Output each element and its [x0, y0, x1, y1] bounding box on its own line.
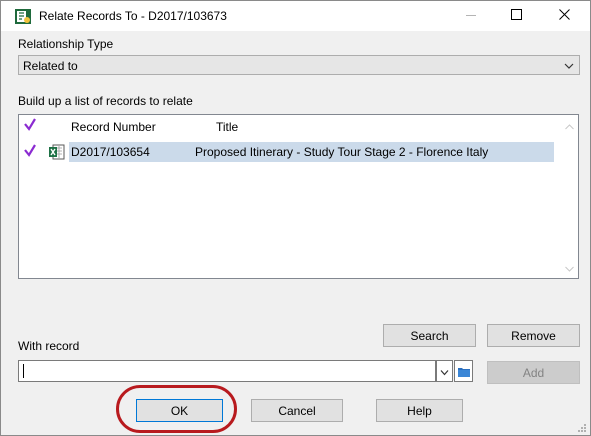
title-bar[interactable]: Relate Records To - D2017/103673: [1, 1, 590, 31]
help-button[interactable]: Help: [376, 399, 463, 422]
minimize-icon: [466, 9, 476, 23]
maximize-icon: [510, 9, 522, 23]
record-number: D2017/103654: [71, 145, 150, 159]
minimize-button[interactable]: [448, 1, 494, 31]
resize-grip-icon[interactable]: [575, 421, 587, 435]
folder-icon: [458, 366, 470, 380]
with-record-label: With record: [18, 339, 80, 353]
relationship-type-label: Relationship Type: [18, 37, 114, 51]
records-list[interactable]: Record Number Title D2017/103654 Propose…: [18, 114, 579, 279]
relationship-type-value: Related to: [23, 59, 78, 73]
records-list-label: Build up a list of records to relate: [18, 94, 193, 108]
list-header: Record Number Title: [19, 115, 578, 137]
text-caret: [23, 364, 24, 378]
browse-records-button[interactable]: [454, 360, 473, 382]
scroll-up-icon[interactable]: [565, 119, 574, 133]
record-title: Proposed Itinerary - Study Tour Stage 2 …: [195, 145, 489, 159]
excel-icon: [49, 144, 65, 163]
chevron-down-icon: [440, 366, 449, 380]
scroll-down-icon[interactable]: [565, 261, 574, 275]
window-title: Relate Records To - D2017/103673: [39, 9, 227, 23]
app-icon: [15, 9, 31, 24]
chevron-down-icon: [564, 60, 574, 74]
ok-button[interactable]: OK: [136, 399, 223, 422]
column-title[interactable]: Title: [216, 120, 238, 134]
remove-button[interactable]: Remove: [487, 324, 580, 347]
with-record-dropdown-button[interactable]: [436, 360, 453, 382]
table-row[interactable]: D2017/103654 Proposed Itinerary - Study …: [19, 142, 559, 162]
close-button[interactable]: [541, 1, 587, 31]
vertical-scrollbar[interactable]: [561, 115, 578, 278]
close-icon: [558, 9, 570, 23]
row-check-icon[interactable]: [24, 144, 36, 160]
relationship-type-select[interactable]: Related to: [18, 55, 580, 75]
maximize-button[interactable]: [493, 1, 539, 31]
add-button[interactable]: Add: [487, 361, 580, 384]
column-record-number[interactable]: Record Number: [71, 120, 156, 134]
header-check-icon[interactable]: [24, 118, 36, 134]
cancel-button[interactable]: Cancel: [251, 399, 343, 422]
search-button[interactable]: Search: [383, 324, 476, 347]
relate-records-dialog: Relate Records To - D2017/103673 Relatio…: [0, 0, 591, 436]
with-record-input[interactable]: [18, 360, 436, 382]
